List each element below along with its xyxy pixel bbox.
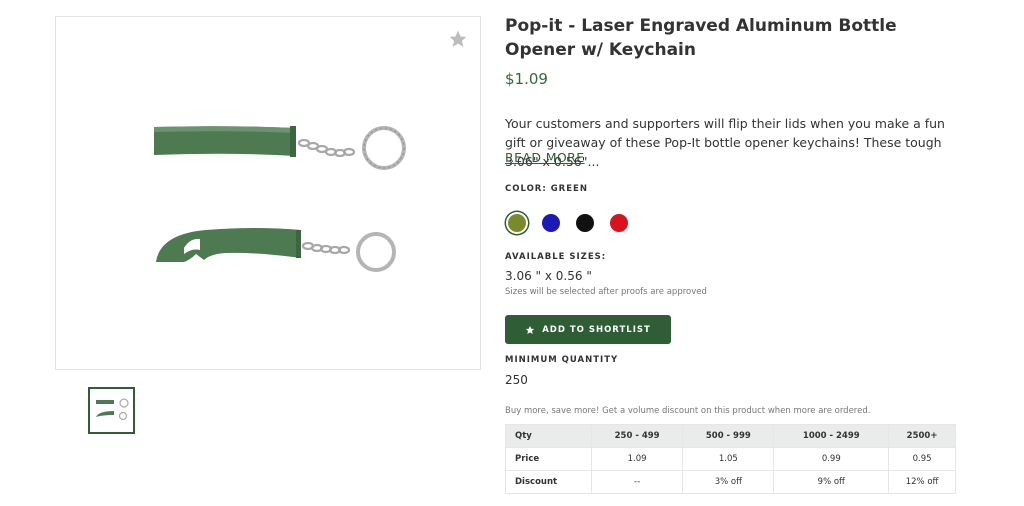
color-swatch-blue[interactable]: [542, 214, 560, 232]
pricing-table: Qty 250 - 499 500 - 999 1000 - 2499 2500…: [505, 424, 956, 494]
minimum-quantity-label: MINIMUM QUANTITY: [505, 355, 619, 365]
table-header-cell: 2500+: [888, 424, 956, 448]
bottle-opener-image: [154, 126, 406, 272]
table-cell: 0.99: [773, 447, 890, 471]
table-header-cell: 250 - 499: [590, 424, 684, 448]
product-price: $1.09: [505, 70, 548, 88]
table-cell: 9% off: [773, 470, 890, 494]
pricing-header-row: Qty 250 - 499 500 - 999 1000 - 2499 2500…: [505, 424, 956, 448]
minimum-quantity-value: 250: [505, 373, 528, 387]
product-thumbnail[interactable]: [88, 387, 135, 434]
color-swatch-green[interactable]: [508, 214, 526, 232]
table-cell: 12% off: [888, 470, 956, 494]
table-header-cell: 500 - 999: [682, 424, 775, 448]
table-header-cell: Qty: [505, 424, 592, 448]
star-icon: [526, 325, 535, 334]
table-cell: Discount: [505, 470, 592, 494]
color-swatch-red[interactable]: [610, 214, 628, 232]
table-row: Price 1.09 1.05 0.99 0.95: [505, 447, 956, 471]
table-cell: --: [590, 470, 684, 494]
size-note: Sizes will be selected after proofs are …: [505, 287, 707, 297]
shortlist-label: ADD TO SHORTLIST: [542, 324, 651, 335]
color-swatch-black[interactable]: [576, 214, 594, 232]
volume-discount-note: Buy more, save more! Get a volume discou…: [505, 406, 871, 416]
product-title: Pop-it - Laser Engraved Aluminum Bottle …: [505, 16, 897, 60]
table-cell: 1.09: [590, 447, 684, 471]
table-header-cell: 1000 - 2499: [773, 424, 890, 448]
table-cell: 1.05: [682, 447, 775, 471]
favorite-star-icon[interactable]: [448, 29, 468, 49]
product-main-image[interactable]: [55, 16, 481, 370]
table-row: Discount -- 3% off 9% off 12% off: [505, 470, 956, 494]
table-cell: 0.95: [888, 447, 956, 471]
table-cell: 3% off: [682, 470, 775, 494]
size-value: 3.06 " x 0.56 ": [505, 269, 592, 283]
color-label: COLOR: GREEN: [505, 184, 588, 194]
add-to-shortlist-button[interactable]: ADD TO SHORTLIST: [505, 315, 671, 344]
thumbnail-image: [96, 398, 129, 421]
available-sizes-label: AVAILABLE SIZES:: [505, 252, 607, 262]
read-more-link[interactable]: READ MORE: [505, 150, 585, 165]
table-cell: Price: [505, 447, 592, 471]
